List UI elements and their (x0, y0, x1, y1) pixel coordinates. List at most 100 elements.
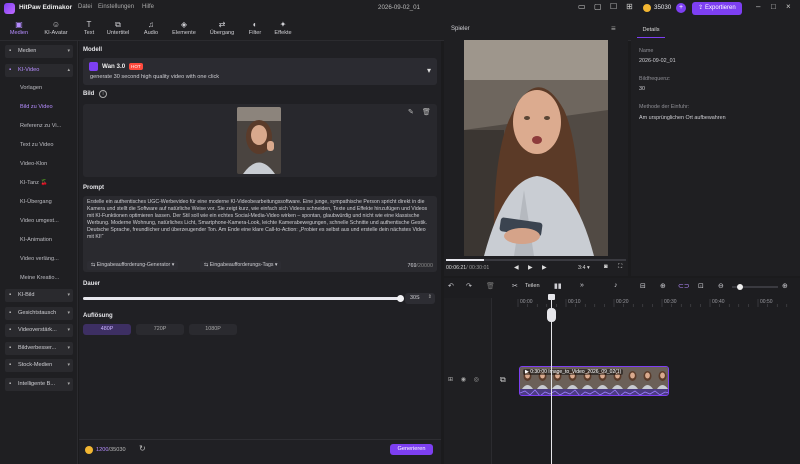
chat-icon[interactable]: ☐ (610, 2, 617, 11)
fullscreen-icon[interactable]: ⛶ (618, 264, 622, 271)
name-value: 2026-09-02_01 (639, 58, 676, 64)
sidebar-item-ki-uebergang[interactable]: KI-Übergang (20, 196, 76, 208)
tool-ki-avatar[interactable]: ☺ KI-Avatar (41, 19, 71, 36)
sidebar-item-video-klon[interactable]: Video-Klon (20, 158, 76, 170)
prompt-tags-chip[interactable]: ⇆ Eingabeaufforderungs-Tags ▾ (200, 261, 282, 270)
play-icon[interactable]: ▶ (528, 264, 533, 271)
sidebar-item-meine-kreationen[interactable]: Meine Kreatio... (20, 272, 76, 284)
maximize-icon[interactable]: □ (771, 2, 776, 11)
link-icon[interactable]: ⊟ (640, 282, 646, 290)
info-icon[interactable]: i (99, 90, 107, 98)
sidebar-cat-medien[interactable]: ▪ Medien ▾ (5, 45, 73, 58)
menu-hilfe[interactable]: Hilfe (142, 4, 154, 10)
sidebar-cat-stock-medien[interactable]: ▪ Stock-Medien ▾ (5, 359, 73, 372)
minimize-icon[interactable]: – (756, 2, 760, 11)
sidebar-cat-videoverstaerker[interactable]: ▪ Videoverstärk... ▾ (5, 324, 73, 337)
close-icon[interactable]: × (786, 2, 791, 11)
sidebar-cat-ki-video[interactable]: ▪ KI-Video ▴ (5, 64, 73, 77)
sidebar-item-video-verlaeng[interactable]: Video verläng... (20, 253, 76, 265)
resolution-720p[interactable]: 720P (136, 324, 184, 335)
resolution-480p[interactable]: 480P (83, 324, 131, 335)
tool-untertitel[interactable]: ⧉ Untertitel (103, 19, 133, 36)
prompt-generator-chip[interactable]: ⇆ Eingabeaufforderung-Generator ▾ (87, 261, 179, 270)
video-preview[interactable] (464, 40, 608, 256)
screen-icon[interactable]: ▭ (578, 2, 586, 11)
generate-button[interactable]: Generieren (390, 444, 433, 455)
zoom-out-icon[interactable]: ⊖ (718, 282, 724, 290)
filter-icon: ◐ (252, 20, 258, 29)
playhead-handle[interactable] (548, 294, 555, 300)
sidebar-item-ki-tanz[interactable]: KI-Tanz 🍒 (20, 177, 76, 189)
sidebar-cat-ki-bild[interactable]: ▪ KI-Bild ▾ (5, 289, 73, 302)
tool-audio[interactable]: ♫ Audio (136, 19, 166, 36)
sidebar-cat-bildverbesserer[interactable]: ▪ Bildverbesser... ▾ (5, 342, 73, 355)
sidebar-item-bild-zu-video[interactable]: Bild zu Video (20, 101, 76, 113)
tool-medien[interactable]: ▣ Medien (4, 19, 34, 36)
visibility-icon[interactable]: ◉ (461, 377, 466, 383)
char-count-value: 769 (407, 263, 417, 269)
split-label[interactable]: Teilen (525, 283, 540, 289)
chain-icon[interactable]: ⊂⊃ (678, 282, 690, 290)
sidebar-item-referenz[interactable]: Referenz zu Vi... (20, 120, 76, 132)
tool-effekte[interactable]: ✦ Effekte (268, 19, 298, 36)
tool-filter[interactable]: ◐ Filter (240, 19, 270, 36)
redo-icon[interactable]: ↷ (466, 282, 472, 290)
snapshot-icon[interactable]: ◙ (604, 264, 608, 270)
cover-icon[interactable]: ⧉ (500, 375, 506, 385)
sidebar-item-text-zu-video[interactable]: Text zu Video (20, 139, 76, 151)
sidebar-cat-intelligente[interactable]: ▪ Intelligente B... ▾ (5, 378, 73, 391)
sidebar-cat-gesichtstausch[interactable]: ▪ Gesichtstausch ▾ (5, 307, 73, 320)
menu-icon[interactable]: ≡ (611, 24, 616, 33)
add-coins-button[interactable]: + (676, 3, 686, 13)
zoom-slider[interactable] (732, 284, 778, 290)
sidebar-label: KI-Bild (18, 292, 35, 298)
stepper-icon[interactable]: ⇕ (428, 294, 432, 300)
model-select[interactable]: Wan 3.0 HOT generate 30 second high qual… (83, 58, 437, 85)
menu-einstellungen[interactable]: Einstellungen (98, 4, 134, 10)
undo-icon[interactable]: ↶ (448, 282, 454, 290)
more-icon[interactable]: » (580, 282, 584, 289)
sidebar-item-ki-animation[interactable]: KI-Animation (20, 234, 76, 246)
lock-icon[interactable]: ⊞ (448, 377, 453, 383)
sidebar-item-vorlagen[interactable]: Vorlagen (20, 82, 76, 94)
trash-icon[interactable]: 🗑 (486, 282, 495, 290)
ripple-icon[interactable]: ⊡ (698, 282, 704, 290)
refresh-icon[interactable]: ↻ (139, 444, 146, 453)
tool-uebergang[interactable]: ⇄ Übergang (207, 19, 237, 36)
zoom-slider-knob[interactable] (736, 284, 743, 290)
split-icon[interactable]: ✂ (512, 282, 518, 290)
feedback-icon[interactable]: ▢ (594, 2, 602, 11)
duration-slider[interactable] (83, 295, 404, 302)
tool-text[interactable]: T Text (74, 19, 104, 36)
ratio-select[interactable]: 3:4 ▾ (578, 265, 590, 271)
chevron-down-icon: ▾ (67, 381, 70, 387)
video-clip[interactable]: ▶ 0:30:00 Image_to_Video_2026_09_02(1) (519, 366, 669, 396)
gift-icon[interactable]: ⊞ (626, 2, 633, 11)
edit-icon[interactable]: ✎ (408, 108, 414, 116)
duration-slider-knob[interactable] (397, 295, 404, 302)
zoom-in-icon[interactable]: ⊕ (782, 282, 788, 290)
uploaded-image-thumbnail[interactable] (237, 107, 281, 174)
image-dropzone[interactable]: ✎ 🗑 (83, 104, 437, 177)
mute-icon[interactable]: ◎ (474, 377, 479, 383)
effects-icon: ✦ (279, 20, 287, 29)
freeze-icon[interactable]: ▮▮ (554, 282, 562, 290)
menu-datei[interactable]: Datei (78, 4, 92, 10)
duration-value-box[interactable]: 30S ⇕ (405, 293, 435, 304)
voice-icon[interactable]: ♪ (614, 282, 618, 289)
next-frame-icon[interactable]: ▶ (542, 264, 547, 271)
sidebar-item-video-umgest[interactable]: Video umgest... (20, 215, 76, 227)
export-button[interactable]: ⇪ Exportieren (692, 2, 742, 15)
chip-label: Eingabeaufforderungs-Tags (209, 262, 274, 268)
playhead-marker-icon[interactable] (547, 308, 556, 322)
footer-divider (79, 439, 441, 440)
player-progress[interactable] (446, 259, 626, 261)
tool-elemente[interactable]: ◈ Elemente (169, 19, 199, 36)
prompt-textarea[interactable]: Erstelle ein authentisches UGC-Werbevide… (83, 196, 437, 272)
tool-label: Filter (248, 30, 262, 36)
resolution-1080p[interactable]: 1080P (189, 324, 237, 335)
prev-frame-icon[interactable]: ◀ (514, 264, 519, 271)
magnet-icon[interactable]: ⊕ (660, 282, 666, 290)
delete-icon[interactable]: 🗑 (422, 108, 431, 116)
tab-details[interactable]: Details (637, 23, 665, 38)
